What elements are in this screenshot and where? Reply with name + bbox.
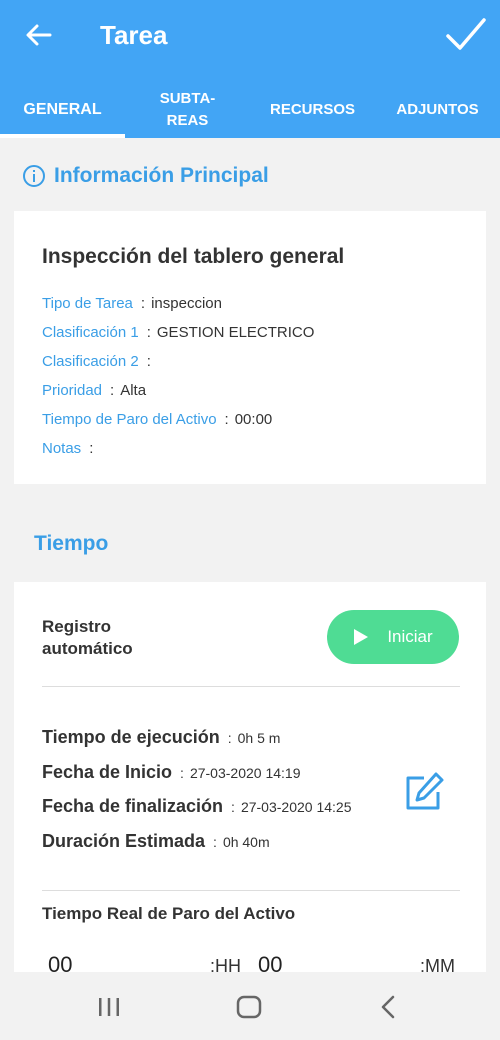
divider [42,686,460,687]
row-sep: : [180,765,184,781]
section-info-title: Información Principal [54,164,269,187]
field-prioridad: Prioridad: Alta [42,382,146,399]
section-time-header: Tiempo [34,532,108,556]
tab-label: SUBTA- REAS [159,90,216,129]
field-value: Alta [120,382,147,399]
row-label: Fecha de finalización [42,796,224,816]
row-value: 0h 5 m [237,730,281,746]
auto-record-label: Registro automático [42,617,133,658]
field-value: GESTION ELECTRICO [156,324,315,341]
row-sep: : [227,730,232,746]
section-time-title: Tiempo [34,532,109,555]
row-value: 27-03-2020 14:25 [240,799,352,815]
field-clasificacion-2: Clasificación 2: [42,353,157,370]
start-button[interactable]: Iniciar [327,610,459,664]
tab-bar: GENERAL SUBTA- REAS RECURSOS ADJUNTOS [0,82,500,138]
tab-general[interactable]: GENERAL [0,82,125,138]
row-sep: : [231,799,235,815]
field-sep: : [146,353,151,370]
check-icon[interactable] [444,12,488,56]
field-label: Clasificación 2 [42,353,139,370]
row-fecha-finalizacion: Fecha de finalización:27-03-2020 14:25 [42,796,351,817]
field-sep: : [140,295,146,312]
field-label: Clasificación 1 [42,324,139,341]
row-label: Duración Estimada [42,831,206,851]
field-tiempo-paro: Tiempo de Paro del Activo:00:00 [42,411,272,428]
back-icon[interactable] [372,990,406,1024]
row-value: 0h 40m [222,834,270,850]
tab-label: RECURSOS [269,101,355,118]
row-duracion-estimada: Duración Estimada:0h 40m [42,831,270,852]
row-label: Fecha de Inicio [42,762,173,782]
section-info-header: Información Principal [22,164,269,188]
home-icon[interactable] [232,990,266,1024]
tab-recursos[interactable]: RECURSOS [250,82,375,138]
page-title: Tarea [100,20,168,50]
tab-adjuntos[interactable]: ADJUNTOS [375,82,500,138]
field-sep: : [146,324,151,341]
row-label: Tiempo de ejecución [42,727,220,747]
system-nav-bar [0,972,500,1040]
row-value: 27-03-2020 14:19 [189,765,301,781]
divider [42,890,460,891]
field-label: Notas [42,440,82,457]
field-notas: Notas: [42,440,99,457]
field-sep: : [89,440,94,457]
play-icon [354,629,369,645]
info-card: Inspección del tablero general Tipo de T… [14,211,486,484]
app-bar: Tarea GENERAL SUBTA- REAS RECURSOS ADJUN… [0,0,500,138]
field-label: Prioridad [42,382,103,399]
task-title: Inspección del tablero general [42,245,345,268]
field-value: 00:00 [234,411,273,428]
back-arrow-icon[interactable] [22,18,56,52]
edit-icon[interactable] [402,770,446,814]
field-label: Tiempo de Paro del Activo [42,411,217,428]
row-sep: : [213,834,217,850]
field-value: inspeccion [151,295,222,312]
tab-label: ADJUNTOS [396,101,479,118]
field-sep: : [110,382,115,399]
field-label: Tipo de Tarea [42,295,133,312]
time-card: Registro automático Iniciar Tiempo de ej… [14,582,486,982]
field-clasificacion-1: Clasificación 1: GESTION ELECTRICO [42,324,314,341]
real-stop-title: Tiempo Real de Paro del Activo [42,904,296,923]
tab-subtareas[interactable]: SUBTA- REAS [125,82,250,138]
recents-icon[interactable] [92,990,126,1024]
field-sep: : [224,411,229,428]
tab-label: GENERAL [23,101,102,118]
row-tiempo-ejecucion: Tiempo de ejecución:0h 5 m [42,727,280,748]
info-icon [23,165,45,187]
row-fecha-inicio: Fecha de Inicio:27-03-2020 14:19 [42,762,300,783]
start-button-label: Iniciar [387,627,433,646]
field-tipo-tarea: Tipo de Tarea: inspeccion [42,295,222,312]
